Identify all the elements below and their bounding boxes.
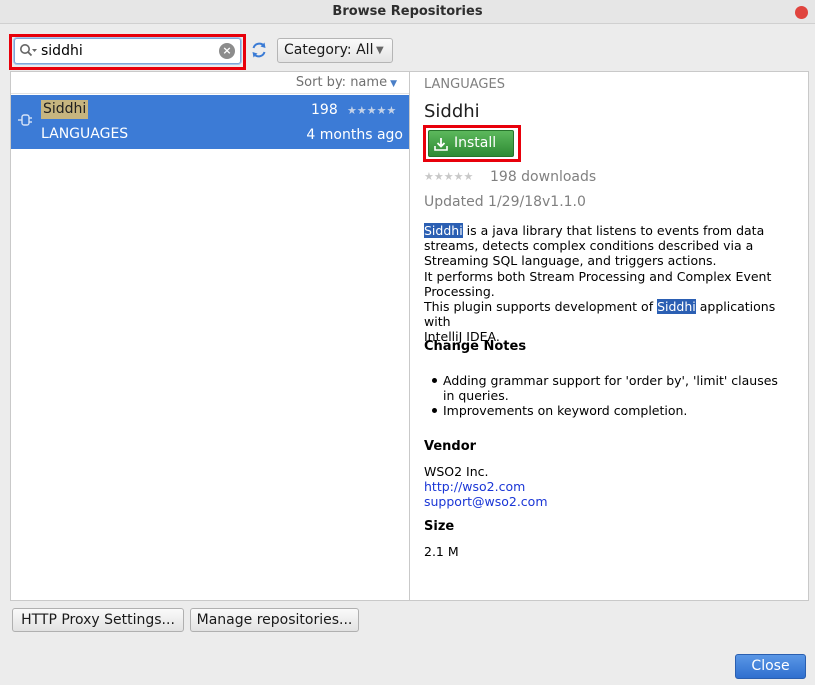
sort-label: Sort by: name xyxy=(295,75,388,90)
search-input[interactable] xyxy=(41,41,211,61)
search-icon[interactable] xyxy=(19,43,39,59)
desc-text: Streaming SQL language, and triggers act… xyxy=(424,253,717,269)
desc-text: is a java library that listens to events… xyxy=(462,223,765,238)
vendor-name: WSO2 Inc. xyxy=(424,464,489,479)
vendor-email-link[interactable]: support@wso2.com xyxy=(424,494,548,509)
change-notes-list: Adding grammar support for 'order by', '… xyxy=(430,373,790,418)
vendor-url-link[interactable]: http://wso2.com xyxy=(424,479,525,494)
change-note-item: Improvements on keyword completion. xyxy=(430,403,790,418)
download-icon xyxy=(434,138,448,151)
detail-version: v1.1.0 xyxy=(542,194,586,210)
desc-text: This plugin supports development of xyxy=(424,299,658,315)
change-notes-title: Change Notes xyxy=(424,339,527,354)
vendor-title: Vendor xyxy=(424,439,477,454)
plugin-downloads: 198 xyxy=(311,102,338,118)
close-button[interactable]: Close xyxy=(735,654,806,679)
list-item[interactable]: Siddhi 198 ★★★★★ LANGUAGES 4 months ago xyxy=(11,95,409,149)
size-title: Size xyxy=(424,519,455,534)
plugin-updated: 4 months ago xyxy=(306,127,403,143)
desc-text: Processing. xyxy=(424,283,495,299)
plugin-list-panel: Sort by: name ▼ Siddhi 198 ★★★★★ LANGUAGE… xyxy=(10,71,410,601)
sort-bar: Sort by: name ▼ xyxy=(11,72,409,94)
chevron-down-icon: ▼ xyxy=(376,45,384,56)
clear-search-icon[interactable]: × xyxy=(219,43,235,59)
category-label: Category: All xyxy=(284,42,374,58)
change-note-item: Adding grammar support for 'order by', '… xyxy=(430,373,790,403)
plugin-icon xyxy=(18,114,32,126)
detail-category: LANGUAGES xyxy=(424,77,505,92)
detail-downloads: 198 downloads xyxy=(490,169,597,185)
manage-repositories-button[interactable]: Manage repositories... xyxy=(190,608,359,632)
desc-text: streams, detects complex conditions desc… xyxy=(424,238,754,254)
sort-by-button[interactable]: Sort by: name ▼ xyxy=(296,75,397,90)
plugin-category: LANGUAGES xyxy=(41,126,129,142)
rating-stars-icon: ★★★★★ xyxy=(347,104,397,117)
plugin-description: Siddhi is a java library that listens to… xyxy=(424,223,804,345)
rating-stars-icon: ★★★★★ xyxy=(424,170,474,183)
plugin-detail-panel: LANGUAGES Siddhi Install ★★★★★ 198 downl… xyxy=(410,71,809,601)
window-title: Browse Repositories xyxy=(332,4,483,19)
http-proxy-settings-button[interactable]: HTTP Proxy Settings... xyxy=(12,608,184,632)
search-field[interactable]: × xyxy=(14,38,241,64)
sort-arrow-icon: ▼ xyxy=(390,79,397,89)
size-value: 2.1 M xyxy=(424,544,459,559)
category-dropdown[interactable]: Category: All ▼ xyxy=(277,38,393,63)
install-button[interactable]: Install xyxy=(428,130,514,157)
detail-updated: Updated 1/29/18 xyxy=(424,194,543,210)
refresh-icon[interactable] xyxy=(250,41,268,59)
title-bar: Browse Repositories xyxy=(0,0,815,24)
plugin-name: Siddhi xyxy=(41,100,89,119)
window-close-icon[interactable] xyxy=(795,6,808,19)
desc-text: It performs both Stream Processing and C… xyxy=(424,268,772,284)
install-label: Install xyxy=(454,135,497,151)
search-match: Siddhi xyxy=(424,223,463,238)
search-match: Siddhi xyxy=(657,299,696,315)
detail-plugin-name: Siddhi xyxy=(424,101,480,122)
